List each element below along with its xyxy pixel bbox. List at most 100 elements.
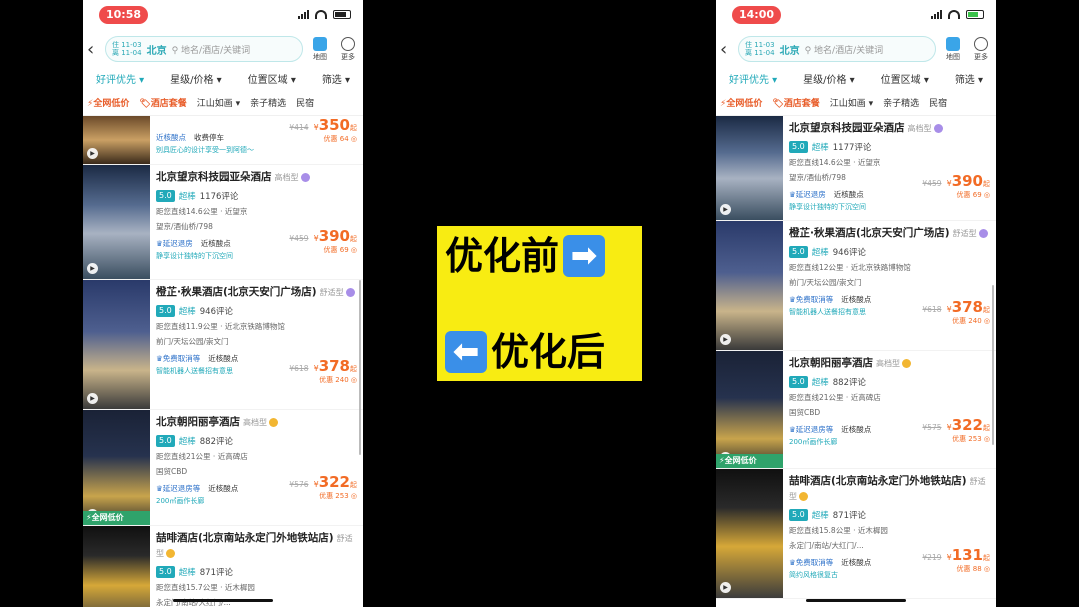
hotel-card[interactable]: ▶ 近核酸点 收费停车 别具匠心的设计享受一到阿德～ ¥414 ¥350起 优惠… (83, 116, 363, 165)
filter-location[interactable]: 位置区域 ▾ (881, 71, 929, 86)
hotel-card[interactable]: ▶ ⚡全网低价 北京朝阳丽亭酒店高档型 5.0 超棒 882评论 距您直线21公… (716, 351, 996, 469)
search-box[interactable]: 住 11-03 离 11-04 北京 ⚲ 地名/酒店/关键词 (105, 36, 303, 62)
tag-lowest-price[interactable]: ⚡全网低价 (720, 96, 762, 109)
price-box[interactable]: ¥575 ¥322起 优惠 253 ◎ (922, 415, 990, 444)
hotel-name[interactable]: 北京朝阳丽亭酒店 (156, 416, 240, 428)
hotel-name[interactable]: 北京望京科技园亚朵酒店 (789, 122, 905, 134)
play-icon[interactable]: ▶ (87, 393, 98, 404)
rating-score: 5.0 (789, 376, 808, 388)
tag-homestay[interactable]: 民宿 (929, 96, 947, 109)
scrollbar[interactable] (359, 280, 361, 455)
review-count[interactable]: 871评论 (200, 566, 233, 578)
play-icon[interactable]: ▶ (720, 334, 731, 345)
status-bar: 14:00 (716, 0, 996, 32)
map-button[interactable]: 地图 (309, 36, 331, 62)
play-icon[interactable]: ▶ (720, 582, 731, 593)
filter-more[interactable]: 筛选 ▾ (322, 71, 350, 86)
quick-tags: ⚡全网低价 🏷酒店套餐 江山如画 ▾ 亲子精选 民宿 (83, 90, 363, 116)
filter-more[interactable]: 筛选 ▾ (955, 71, 983, 86)
map-button[interactable]: 地图 (942, 36, 964, 62)
tag-hotel-package[interactable]: 🏷酒店套餐 (139, 96, 186, 109)
hotel-card[interactable]: ▶ 北京望京科技园亚朵酒店 高档型 5.0 超棒 1177评论 距您直线14.6公… (716, 116, 996, 221)
more-button[interactable]: 更多 (970, 36, 992, 62)
filter-sort[interactable]: 好评优先 ▾ (96, 71, 144, 86)
price-box[interactable]: ¥618 ¥378起 优惠 240 ◎ (289, 356, 357, 385)
review-count[interactable]: 882评论 (200, 435, 233, 447)
tag-family[interactable]: 亲子精选 (250, 96, 286, 109)
back-icon[interactable]: ‹ (720, 39, 732, 60)
hotel-name[interactable]: 橙芷·秋果酒店(北京天安门广场店) (789, 227, 950, 239)
hotel-card[interactable]: ▶ 橙芷·秋果酒店(北京天安门广场店) 舒适型 5.0 超棒 946评论 距您直线… (83, 280, 363, 410)
search-input[interactable]: ⚲ 地名/酒店/关键词 (172, 43, 251, 56)
date-range[interactable]: 住 11-03 离 11-04 (112, 41, 142, 57)
tag-scenery[interactable]: 江山如画 ▾ (830, 96, 873, 109)
search-box[interactable]: 住 11-03 离 11-04 北京 ⚲ 地名/酒店/关键词 (738, 36, 936, 62)
home-indicator (806, 599, 906, 602)
tag-hotel-package[interactable]: 🏷酒店套餐 (772, 96, 819, 109)
hotel-photo[interactable]: ▶ ⚡全网低价 (83, 410, 150, 525)
rating-line: 5.0 超棒 946评论 (789, 246, 990, 258)
rating-score: 5.0 (789, 509, 808, 521)
scrollbar[interactable] (992, 285, 994, 445)
play-icon[interactable]: ▶ (87, 148, 98, 159)
play-icon[interactable]: ▶ (720, 204, 731, 215)
filter-star-price[interactable]: 星级/价格 ▾ (170, 71, 222, 86)
search-input[interactable]: ⚲ 地名/酒店/关键词 (805, 43, 884, 56)
hotel-photo[interactable]: ▶ (83, 165, 150, 279)
hotel-name[interactable]: 北京望京科技园亚朵酒店 (156, 171, 272, 183)
hotel-card[interactable]: ▶ 喆啡酒店(北京南站永定门外地铁站店)舒适型 5.0 超棒 871评论 距您直… (716, 469, 996, 599)
hotel-name[interactable]: 喆啡酒店(北京南站永定门外地铁站店) (789, 475, 967, 487)
price-box[interactable]: ¥459 ¥390起 优惠 69 ◎ (922, 171, 990, 200)
hotel-name[interactable]: 北京朝阳丽亭酒店 (789, 357, 873, 369)
filter-sort[interactable]: 好评优先 ▾ (729, 71, 777, 86)
review-count[interactable]: 1177评论 (833, 141, 872, 153)
current-price: 350 (318, 116, 350, 134)
hotel-name[interactable]: 橙芷·秋果酒店(北京天安门广场店) (156, 286, 317, 298)
price-box[interactable]: ¥618 ¥378起 优惠 240 ◎ (922, 297, 990, 326)
hotel-type: 舒适型 (952, 229, 977, 238)
more-button[interactable]: 更多 (337, 36, 359, 62)
date-range[interactable]: 住 11-03 离 11-04 (745, 41, 775, 57)
hotel-card[interactable]: ▶ ⚡全网低价 北京朝阳丽亭酒店高档型 5.0 超棒 882评论 距您直线21公… (83, 410, 363, 526)
filter-location[interactable]: 位置区域 ▾ (248, 71, 296, 86)
play-icon[interactable]: ▶ (87, 263, 98, 274)
price-box[interactable]: ¥414 ¥350起 优惠 64 ◎ (289, 116, 357, 144)
hotel-photo[interactable]: ▶ (716, 469, 783, 598)
review-count[interactable]: 882评论 (833, 376, 866, 388)
review-count[interactable]: 1176评论 (200, 190, 239, 202)
hotel-card[interactable]: ▶ 喆啡酒店(北京南站永定门外地铁站店)舒适型 5.0 超棒 871评论 距您直… (83, 526, 363, 607)
review-count[interactable]: 871评论 (833, 509, 866, 521)
hotel-photo[interactable]: ▶ (83, 280, 150, 409)
perk-secondary: 近核酸点 (841, 425, 872, 434)
hotel-card[interactable]: ▶ 橙芷·秋果酒店(北京天安门广场店) 舒适型 5.0 超棒 946评论 距您直线… (716, 221, 996, 351)
tag-homestay[interactable]: 民宿 (296, 96, 314, 109)
hotel-card[interactable]: ▶ 北京望京科技园亚朵酒店 高档型 5.0 超棒 1176评论 距您直线14.6公… (83, 165, 363, 280)
discount-text: 优惠 88 ◎ (956, 565, 990, 573)
signal-icon (931, 9, 942, 19)
city-selector[interactable]: 北京 (780, 42, 800, 57)
tag-lowest-price[interactable]: ⚡全网低价 (87, 96, 129, 109)
filter-star-price[interactable]: 星级/价格 ▾ (803, 71, 855, 86)
hotel-photo[interactable]: ▶ ⚡全网低价 (716, 351, 783, 468)
area-text: 前门/天坛公园/崇文门 (156, 337, 229, 346)
price-box[interactable]: ¥576 ¥322起 优惠 253 ◎ (289, 472, 357, 501)
hotel-photo[interactable]: ▶ (716, 221, 783, 350)
city-selector[interactable]: 北京 (147, 42, 167, 57)
status-icons (298, 9, 351, 19)
discount-text: 优惠 64 ◎ (323, 135, 357, 143)
hotel-photo[interactable]: ▶ (83, 526, 150, 607)
arrow-right-icon: ➡ (563, 235, 606, 277)
rating-label: 超棒 (811, 511, 829, 521)
review-count[interactable]: 946评论 (833, 246, 866, 258)
tag-scenery[interactable]: 江山如画 ▾ (197, 96, 240, 109)
back-icon[interactable]: ‹ (87, 39, 99, 60)
price-box[interactable]: ¥459 ¥390起 优惠 69 ◎ (289, 226, 357, 255)
hotel-photo[interactable]: ▶ (716, 116, 783, 220)
comparison-stage: 14:00 ‹ 住 11-03 离 11-04 北京 ⚲ 地名/酒店/关键词 地图… (0, 0, 1079, 607)
rating-line: 5.0 超棒 871评论 (156, 566, 357, 578)
hotel-name[interactable]: 喆啡酒店(北京南站永定门外地铁站店) (156, 532, 334, 544)
price-box[interactable]: ¥219 ¥131起 优惠 88 ◎ (922, 545, 990, 574)
review-count[interactable]: 946评论 (200, 305, 233, 317)
hotel-photo[interactable]: ▶ (83, 116, 150, 164)
tag-family[interactable]: 亲子精选 (883, 96, 919, 109)
